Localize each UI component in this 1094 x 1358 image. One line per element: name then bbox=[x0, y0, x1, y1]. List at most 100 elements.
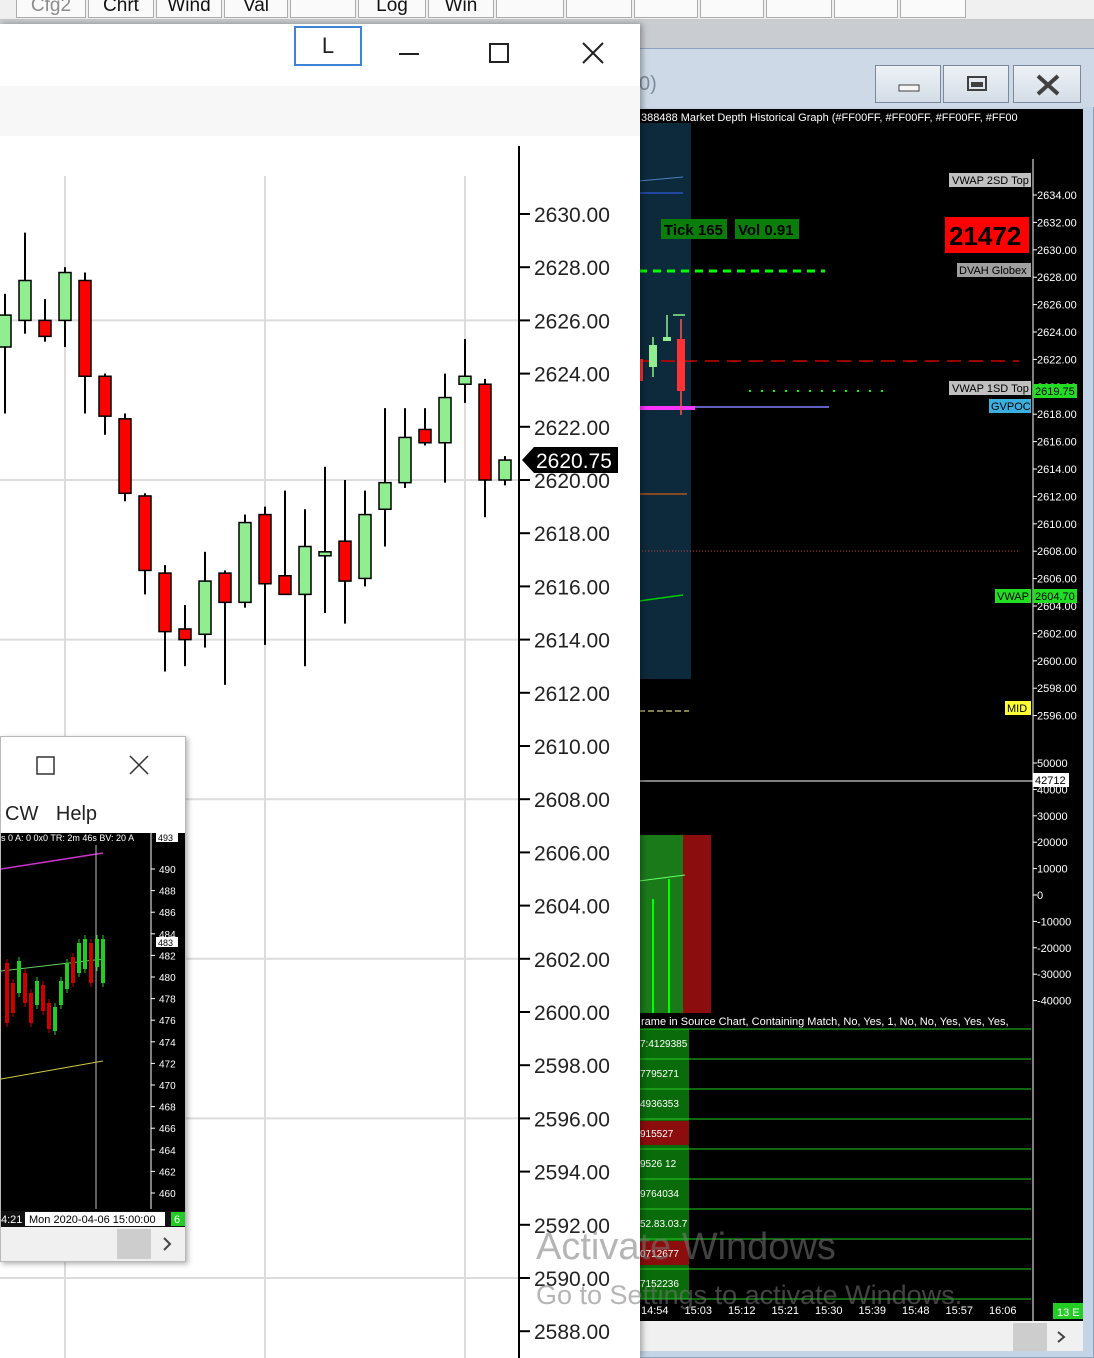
price-tick-label: 2596.00 bbox=[1037, 711, 1077, 723]
l-button-label: L bbox=[321, 33, 335, 58]
mini-candle bbox=[65, 963, 69, 989]
price-tick-label: 2622.00 bbox=[534, 417, 610, 440]
mini-candle bbox=[59, 981, 63, 1005]
menu-help[interactable]: Help bbox=[56, 803, 97, 825]
menu-blank-2[interactable] bbox=[496, 0, 564, 18]
time-tick-label: 16:06 bbox=[989, 1305, 1017, 1317]
mid-label: MID bbox=[1007, 703, 1027, 715]
price-tick-label: 2618.00 bbox=[1037, 409, 1077, 421]
horizontal-scrollbar[interactable] bbox=[1, 1227, 185, 1261]
mini-candle bbox=[649, 345, 657, 367]
vwap-1sd-value: 2619.75 bbox=[1035, 386, 1075, 398]
menu-values[interactable]: Val bbox=[224, 0, 288, 18]
secondary-chart[interactable]: s 0 A: 0 0x0 TR: 2m 46s BV: 20 A 490 488 4… bbox=[0, 833, 185, 1227]
popup-menu: CW Help bbox=[5, 803, 97, 826]
candle-down bbox=[158, 572, 172, 633]
price-tick-label: 2612.00 bbox=[534, 683, 610, 706]
price-tick-label: 2624.00 bbox=[1037, 327, 1077, 339]
close-icon[interactable] bbox=[127, 753, 151, 777]
price-tick-label: 2610.00 bbox=[534, 736, 610, 759]
maximize-icon[interactable] bbox=[35, 755, 57, 777]
l-button[interactable]: L bbox=[294, 26, 362, 66]
price-tick-label: 2594.00 bbox=[534, 1162, 610, 1185]
candle-up bbox=[18, 279, 32, 322]
minimize-icon bbox=[898, 84, 920, 92]
candle-down bbox=[418, 428, 432, 444]
chevron-right-icon[interactable] bbox=[159, 1235, 175, 1253]
lower-line bbox=[0, 1060, 104, 1080]
menu-blank-4[interactable] bbox=[634, 0, 698, 18]
candle-down bbox=[178, 628, 192, 641]
menu-blank-1[interactable] bbox=[290, 0, 356, 18]
candle-down bbox=[478, 383, 492, 481]
price-tick-label: 2598.00 bbox=[1037, 683, 1077, 695]
market-depth-canvas[interactable]: 388488 Market Depth Historical Graph (#F… bbox=[638, 109, 1083, 1321]
app-menu-bar: Cfg2 Chrt Wind Val Log Win bbox=[0, 0, 1094, 20]
mini-candle bbox=[53, 1007, 57, 1031]
menu-cw[interactable]: CW bbox=[5, 803, 38, 825]
volume-marker: 42712 bbox=[1035, 775, 1066, 787]
menu-blank-8[interactable] bbox=[900, 0, 966, 18]
minimize-button[interactable] bbox=[875, 65, 941, 103]
axis-marker: 483 bbox=[158, 938, 173, 948]
price-tick-label: 2596.00 bbox=[534, 1108, 610, 1131]
mini-candle bbox=[101, 939, 105, 983]
price-axis: 2630.00 2628.00 2626.00 2624.00 2622.00 2620.… bbox=[519, 204, 610, 1344]
menu-blank-3[interactable] bbox=[566, 0, 632, 18]
candle-down bbox=[338, 540, 352, 582]
volume-tick-label: -10000 bbox=[1037, 916, 1071, 928]
candle-up bbox=[398, 436, 412, 484]
scroll-thumb[interactable] bbox=[1013, 1323, 1047, 1351]
volume-tick-label: -30000 bbox=[1037, 969, 1071, 981]
menu-log[interactable]: Log bbox=[358, 0, 426, 18]
restore-button[interactable] bbox=[943, 65, 1009, 103]
mini-candle bbox=[89, 943, 93, 983]
menu-window[interactable]: Wind bbox=[156, 0, 222, 18]
candle-down bbox=[38, 319, 52, 338]
scroll-thumb[interactable] bbox=[117, 1229, 151, 1259]
grid-cell-text: 7795271 bbox=[640, 1069, 679, 1080]
mini-candle bbox=[35, 981, 39, 1005]
mini-candle bbox=[47, 1003, 51, 1029]
price-tick-label: 2604.00 bbox=[534, 896, 610, 919]
restore-icon bbox=[967, 76, 987, 91]
market-depth-chart-window: 0) 388488 Market Depth Historical Graph … bbox=[630, 48, 1094, 1358]
candle-up bbox=[58, 271, 72, 322]
horizontal-scrollbar[interactable] bbox=[639, 1321, 1083, 1351]
menu-cfg2[interactable]: Cfg2 bbox=[16, 0, 86, 18]
menu-blank-6[interactable] bbox=[766, 0, 832, 18]
candle-down bbox=[98, 375, 112, 417]
chevron-right-icon[interactable] bbox=[1053, 1329, 1069, 1345]
price-tick-label: 2608.00 bbox=[1037, 546, 1077, 558]
status-date: Mon 2020-04-06 15:00:00 bbox=[29, 1214, 156, 1226]
price-tick-label: 2622.00 bbox=[1037, 354, 1077, 366]
mid-line bbox=[0, 958, 104, 972]
minimize-icon[interactable] bbox=[398, 42, 420, 64]
tick-label: Tick 165 bbox=[664, 222, 723, 239]
maximize-icon[interactable] bbox=[488, 42, 512, 66]
axis-top-marker: 493 bbox=[158, 833, 173, 843]
vwap-2sd-top-label: VWAP 2SD Top bbox=[952, 175, 1029, 187]
price-tick-label: 474 bbox=[159, 1038, 176, 1049]
menu-win[interactable]: Win bbox=[428, 0, 494, 18]
candle-up bbox=[358, 513, 372, 580]
candle-down bbox=[138, 495, 152, 572]
price-tick-label: 480 bbox=[159, 973, 176, 984]
menu-blank-5[interactable] bbox=[700, 0, 764, 18]
close-button[interactable] bbox=[1013, 65, 1081, 103]
mini-candle bbox=[83, 939, 87, 969]
menu-chart[interactable]: Chrt bbox=[88, 0, 154, 18]
price-tick-label: 2610.00 bbox=[1037, 519, 1077, 531]
price-tick-label: 486 bbox=[159, 908, 176, 919]
price-tick-label: 2598.00 bbox=[534, 1055, 610, 1078]
activation-watermark-title: Activate Windows bbox=[536, 1226, 836, 1268]
price-tick-label: 2616.00 bbox=[534, 576, 610, 599]
menu-blank-7[interactable] bbox=[834, 0, 898, 18]
price-tick-label: 2602.00 bbox=[534, 949, 610, 972]
profile-highlight bbox=[639, 123, 691, 679]
mini-candle bbox=[71, 957, 75, 983]
price-tick-label: 2588.00 bbox=[534, 1321, 610, 1344]
price-tick-label: 2630.00 bbox=[1037, 245, 1077, 257]
desktop: Cfg2 Chrt Wind Val Log Win 0) 388488 Mar… bbox=[0, 0, 1094, 1358]
close-icon[interactable] bbox=[580, 40, 606, 66]
